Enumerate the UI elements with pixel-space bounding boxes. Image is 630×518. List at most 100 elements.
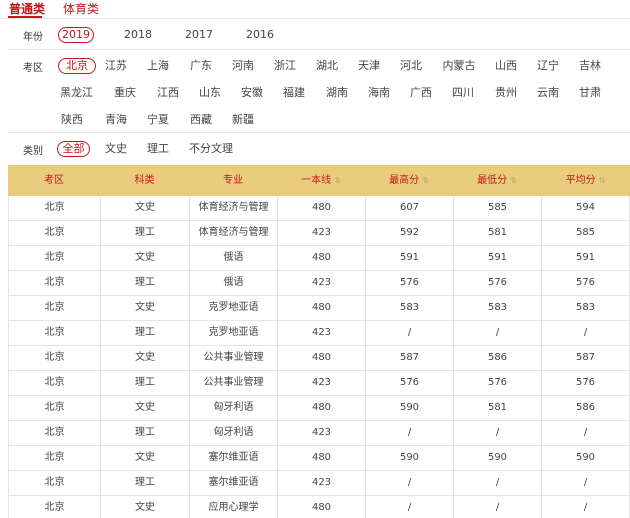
col-region-label: 考区 <box>44 175 64 186</box>
table-cell: / <box>453 421 541 446</box>
table-cell: 576 <box>541 371 630 396</box>
region-option[interactable]: 湖北 <box>315 58 339 74</box>
sort-icon[interactable]: ⇅ <box>334 176 341 185</box>
col-major: 专业 <box>189 165 277 196</box>
col-min-score[interactable]: 最低分 ⇅ <box>453 165 541 196</box>
region-option[interactable]: 湖南 <box>325 85 349 101</box>
table-cell: 480 <box>277 496 365 518</box>
region-option[interactable]: 浙江 <box>273 58 297 74</box>
table-cell: 北京 <box>8 271 100 296</box>
table-cell: 423 <box>277 421 365 446</box>
table-cell: 文史 <box>100 296 189 321</box>
table-cell: / <box>365 421 453 446</box>
region-option[interactable]: 吉林 <box>578 58 602 74</box>
region-option[interactable]: 山东 <box>198 85 222 101</box>
table-row: 北京 文史 应用心理学 480// / <box>8 496 630 518</box>
region-option[interactable]: 安徽 <box>240 85 264 101</box>
subject-option-all[interactable]: 全部 <box>57 141 90 157</box>
table-cell: 北京 <box>8 246 100 271</box>
region-label: 考区 <box>23 63 43 74</box>
table-row: 北京 理工 公共事业管理 423 576 576 576 <box>8 371 630 396</box>
table-cell: 北京 <box>8 471 100 496</box>
region-option[interactable]: 陕西 <box>60 112 84 128</box>
region-option[interactable]: 江苏 <box>104 58 128 74</box>
table-cell: / <box>541 321 630 346</box>
region-option[interactable]: 内蒙古 <box>442 58 476 74</box>
table-cell: 590 <box>453 446 541 471</box>
table-cell: 俄语 <box>189 271 277 296</box>
table-cell: 423 <box>277 221 365 246</box>
col-subject-label: 科类 <box>134 175 155 186</box>
score-table-header: 考区 科类 专业 一本线 ⇅ 最高分 ⇅ 最低分 ⇅ 平均分 ⇅ <box>8 165 630 196</box>
year-option-2019[interactable]: 2019 <box>58 27 94 43</box>
table-cell: 理工 <box>100 271 189 296</box>
table-cell: 590 <box>541 446 630 471</box>
table-cell: 理工 <box>100 371 189 396</box>
table-cell: 480 <box>277 196 365 221</box>
table-cell: 591 <box>365 246 453 271</box>
table-cell: 克罗地亚语 <box>189 321 277 346</box>
table-row: 北京 理工 塞尔维亚语 423// / <box>8 471 630 496</box>
table-cell: 590 <box>365 446 453 471</box>
region-option[interactable]: 河南 <box>231 58 255 74</box>
region-option[interactable]: 海南 <box>367 85 391 101</box>
table-cell: 文史 <box>100 196 189 221</box>
subject-option-arts[interactable]: 文史 <box>104 141 128 157</box>
table-cell: 文史 <box>100 246 189 271</box>
table-cell: 北京 <box>8 371 100 396</box>
table-row: 北京 理工 克罗地亚语 423// / <box>8 321 630 346</box>
col-avg-score[interactable]: 平均分 ⇅ <box>541 165 630 196</box>
region-option[interactable]: 甘肃 <box>578 85 602 101</box>
region-option[interactable]: 北京 <box>58 58 96 74</box>
table-cell: 北京 <box>8 221 100 246</box>
table-cell: 423 <box>277 321 365 346</box>
region-option[interactable]: 宁夏 <box>146 112 170 128</box>
region-option[interactable]: 云南 <box>536 85 560 101</box>
table-cell: 585 <box>541 221 630 246</box>
col-max-score[interactable]: 最高分 ⇅ <box>365 165 453 196</box>
table-cell: 北京 <box>8 446 100 471</box>
divider <box>8 132 630 133</box>
table-cell: 北京 <box>8 196 100 221</box>
subject-option-no-split[interactable]: 不分文理 <box>189 141 233 157</box>
year-option-2016[interactable]: 2016 <box>246 27 274 43</box>
sort-icon[interactable]: ⇅ <box>422 176 429 185</box>
table-cell: 576 <box>453 371 541 396</box>
region-option[interactable]: 青海 <box>104 112 128 128</box>
year-option-2017[interactable]: 2017 <box>185 27 213 43</box>
subject-option-science[interactable]: 理工 <box>146 141 170 157</box>
table-cell: / <box>453 496 541 518</box>
sort-icon[interactable]: ⇅ <box>510 176 517 185</box>
region-option[interactable]: 西藏 <box>189 112 213 128</box>
region-option[interactable]: 辽宁 <box>536 58 560 74</box>
table-cell: / <box>365 321 453 346</box>
table-cell: 581 <box>453 396 541 421</box>
region-option[interactable]: 天津 <box>357 58 381 74</box>
region-option[interactable]: 山西 <box>494 58 518 74</box>
region-option[interactable]: 贵州 <box>494 85 518 101</box>
table-row: 北京 文史 俄语 480 591 591 591 <box>8 246 630 271</box>
region-option[interactable]: 新疆 <box>231 112 255 128</box>
region-option[interactable]: 上海 <box>146 58 170 74</box>
divider <box>8 49 630 50</box>
col-cutoff[interactable]: 一本线 ⇅ <box>277 165 365 196</box>
sort-icon[interactable]: ⇅ <box>599 176 606 185</box>
tab-sports[interactable]: 体育类 <box>63 0 99 17</box>
region-option[interactable]: 四川 <box>451 85 475 101</box>
region-option[interactable]: 广东 <box>189 58 213 74</box>
region-option[interactable]: 广西 <box>409 85 433 101</box>
year-option-2018[interactable]: 2018 <box>124 27 152 43</box>
region-option[interactable]: 河北 <box>399 58 423 74</box>
region-option[interactable]: 重庆 <box>113 85 137 101</box>
year-filter: 年份 2019 2018 2017 2016 <box>0 26 630 44</box>
region-option[interactable]: 福建 <box>282 85 306 101</box>
table-cell: 591 <box>541 246 630 271</box>
table-cell: 俄语 <box>189 246 277 271</box>
table-cell: 体育经济与管理 <box>189 196 277 221</box>
table-row: 北京 理工 匈牙利语 423// / <box>8 421 630 446</box>
region-option[interactable]: 江西 <box>156 85 180 101</box>
region-option[interactable]: 黑龙江 <box>60 85 93 101</box>
tab-general[interactable]: 普通类 <box>9 0 45 17</box>
table-cell: 576 <box>453 271 541 296</box>
subject-label: 类别 <box>23 146 43 157</box>
